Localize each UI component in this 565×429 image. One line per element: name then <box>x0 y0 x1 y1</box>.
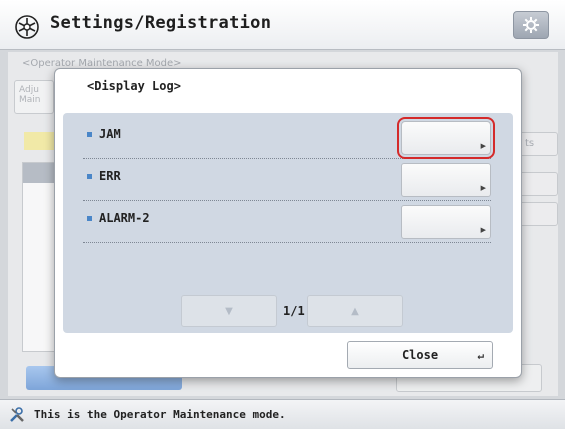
row-label: JAM <box>99 127 121 141</box>
page-title: Settings/Registration <box>50 13 272 33</box>
err-log-button[interactable]: ▶ <box>401 163 491 197</box>
dialog-title: <Display Log> <box>87 79 181 93</box>
page-down-button[interactable]: ▼ <box>181 295 277 327</box>
close-button[interactable]: Close ↵ <box>347 341 493 369</box>
background-tab: Adju Main <box>14 80 54 114</box>
log-list-panel: JAM ▶ ERR ▶ ALARM-2 ▶ <box>63 113 513 333</box>
bullet-icon <box>87 174 92 179</box>
background-button-arrow <box>518 172 558 196</box>
arrow-right-icon: ▶ <box>480 142 486 150</box>
arrow-down-icon: ▼ <box>225 305 233 317</box>
settings-button[interactable] <box>513 11 549 39</box>
header-bar: Settings/Registration <box>0 0 565 50</box>
jam-log-button[interactable]: ▶ <box>397 117 495 159</box>
gear-icon <box>523 17 539 33</box>
arrow-right-icon: ▶ <box>480 226 486 234</box>
row-label: ALARM-2 <box>99 211 150 225</box>
screen: Settings/Registration <Operator Maintena… <box>0 0 565 429</box>
close-button-label: Close <box>401 348 439 362</box>
tools-icon <box>10 407 24 422</box>
list-item: ALARM-2 ▶ <box>83 201 491 243</box>
display-log-dialog: <Display Log> JAM ▶ ERR ▶ ALARM-2 ▶ ▼ 1/… <box>54 68 522 378</box>
settings-registration-icon <box>15 15 39 39</box>
page-indicator: 1/1 <box>283 304 305 318</box>
background-button-arrow <box>518 202 558 226</box>
arrow-up-icon: ▲ <box>351 305 359 317</box>
status-message: This is the Operator Maintenance mode. <box>34 408 286 421</box>
background-button: ts <box>518 132 558 156</box>
alarm-2-log-button[interactable]: ▶ <box>401 205 491 239</box>
list-item: ERR ▶ <box>83 159 491 201</box>
page-up-button[interactable]: ▲ <box>307 295 403 327</box>
status-bar: This is the Operator Maintenance mode. <box>0 399 565 429</box>
list-item: JAM ▶ <box>83 117 495 159</box>
bullet-icon <box>87 216 92 221</box>
enter-icon: ↵ <box>477 349 484 362</box>
bullet-icon <box>87 132 92 137</box>
row-label: ERR <box>99 169 121 183</box>
arrow-right-icon: ▶ <box>480 184 486 192</box>
